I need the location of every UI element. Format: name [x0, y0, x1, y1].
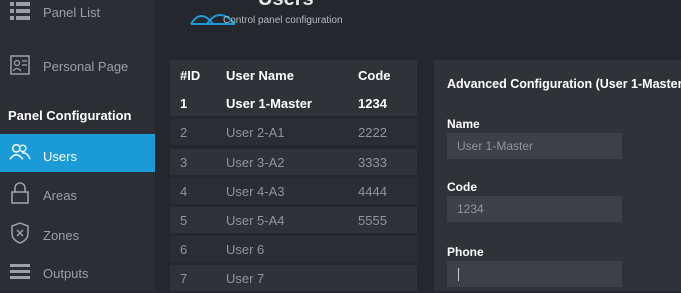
page-header: Users Control panel configuration: [155, 0, 681, 42]
app-window: Panel List Personal Page Panel Configura…: [0, 0, 681, 291]
id-card-icon: [9, 54, 31, 76]
cell-code: 5555: [358, 213, 387, 228]
sidebar-item-label: Outputs: [43, 266, 89, 281]
page-subtitle: Control panel configuration: [223, 15, 343, 26]
phone-field[interactable]: [447, 261, 622, 287]
table-row[interactable]: 7 User 7: [170, 265, 417, 291]
table-row[interactable]: 1 User 1-Master 1234: [170, 90, 417, 116]
cell-id: 1: [180, 96, 188, 111]
table-row[interactable]: 4 User 4-A3 4444: [170, 178, 417, 204]
sidebar-item-zones[interactable]: Zones: [0, 216, 155, 254]
column-header-id[interactable]: #ID: [180, 68, 200, 83]
users-icon: [9, 141, 31, 163]
sidebar-item-label: Areas: [43, 188, 77, 203]
sidebar-item-label: Panel List: [43, 5, 101, 20]
outputs-icon: [9, 260, 31, 282]
sidebar-item-personal-page[interactable]: Personal Page: [0, 50, 155, 88]
cell-id: 6: [180, 242, 188, 257]
cell-code: 3333: [358, 155, 387, 170]
cell-user-name: User 2-A1: [226, 125, 285, 140]
column-header-user-name[interactable]: User Name: [226, 68, 294, 83]
cell-code: 2222: [358, 125, 387, 140]
page-title: Users: [258, 0, 314, 11]
lock-icon: [9, 182, 31, 204]
table-row[interactable]: 3 User 3-A2 3333: [170, 149, 417, 175]
code-label: Code: [447, 180, 477, 194]
sidebar-item-label: Personal Page: [43, 59, 129, 74]
cell-id: 7: [180, 271, 188, 286]
cell-code: 4444: [358, 184, 387, 199]
sidebar-section-heading: Panel Configuration: [8, 108, 132, 123]
cell-id: 5: [180, 213, 188, 228]
cell-user-name: User 5-A4: [226, 213, 285, 228]
text-caret: [458, 268, 459, 281]
sidebar-item-users[interactable]: Users: [0, 134, 155, 172]
phone-label: Phone: [447, 245, 484, 259]
sidebar-item-outputs[interactable]: Outputs: [0, 255, 155, 293]
table-row[interactable]: 2 User 2-A1 2222: [170, 119, 417, 145]
sidebar: Panel List Personal Page Panel Configura…: [0, 0, 155, 291]
table-header: #ID User Name Code: [170, 60, 417, 90]
cell-id: 3: [180, 155, 188, 170]
cell-user-name: User 1-Master: [226, 96, 312, 111]
cell-code: 1234: [358, 96, 387, 111]
cell-user-name: User 6: [226, 242, 265, 257]
code-field[interactable]: [447, 196, 622, 222]
name-field[interactable]: [447, 133, 622, 159]
shield-x-icon: [9, 222, 31, 244]
cell-user-name: User 3-A2: [226, 155, 285, 170]
table-row[interactable]: 5 User 5-A4 5555: [170, 207, 417, 233]
advanced-config-panel: Advanced Configuration (User 1-Master) N…: [434, 60, 681, 291]
cell-id: 4: [180, 184, 188, 199]
sidebar-item-label: Users: [43, 149, 77, 164]
cell-id: 2: [180, 125, 188, 140]
panel-title: Advanced Configuration (User 1-Master): [447, 77, 681, 91]
cell-user-name: User 4-A3: [226, 184, 285, 199]
sidebar-item-panel-list[interactable]: Panel List: [0, 0, 155, 30]
sidebar-item-label: Zones: [43, 228, 80, 243]
list-icon: [9, 0, 31, 22]
cell-user-name: User 7: [226, 271, 265, 286]
sidebar-item-areas[interactable]: Areas: [0, 176, 155, 214]
name-label: Name: [447, 117, 480, 131]
table-row[interactable]: 6 User 6: [170, 236, 417, 262]
column-header-code[interactable]: Code: [358, 68, 391, 83]
